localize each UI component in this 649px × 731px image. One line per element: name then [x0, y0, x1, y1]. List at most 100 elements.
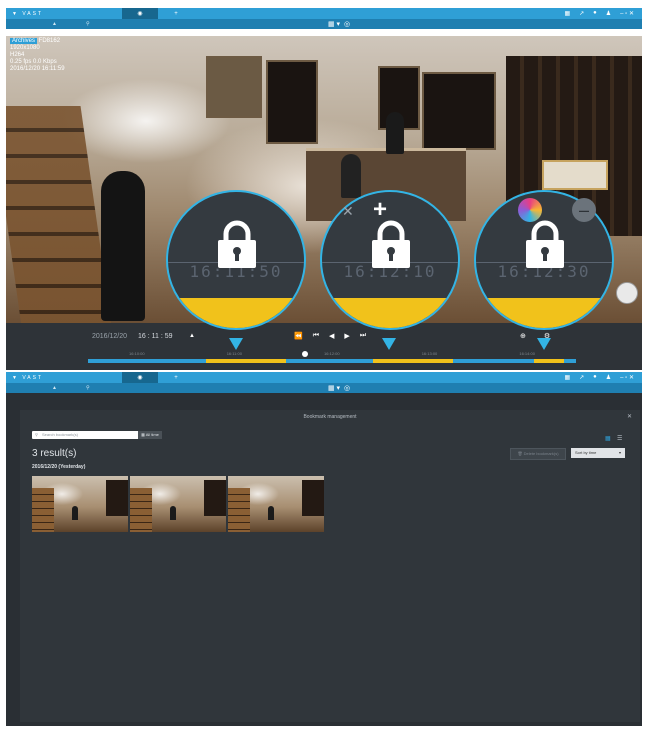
user-icon[interactable]: ♟ — [606, 10, 611, 17]
sub-bar: ▲ ⚲ ▦ ▾ ◎ — [6, 19, 642, 29]
up-arrow-icon[interactable]: ▲ — [52, 21, 57, 27]
delete-bookmarks-button[interactable]: 🗑 Delete bookmark(s) — [510, 448, 566, 460]
add-tab-button[interactable]: + — [158, 8, 194, 19]
cabinet — [422, 72, 496, 150]
close-icon[interactable]: ✕ — [627, 413, 632, 420]
brand-logo: ▼ VAST — [12, 374, 44, 381]
chart-icon[interactable]: ↗ — [579, 10, 584, 17]
settings-icon[interactable]: ● — [593, 10, 597, 17]
camera-icon: ◉ — [137, 11, 143, 17]
chart-icon[interactable]: ↗ — [579, 374, 584, 381]
previous-icon[interactable]: ⏮ — [313, 332, 319, 340]
bookmark-management-panel: Bookmark management ✕ ⚲ Search bookmark(… — [20, 410, 640, 722]
tick-label: 16:10:00 — [129, 351, 145, 356]
playhead[interactable] — [302, 351, 308, 357]
grid-view-icon[interactable]: ▦ — [605, 435, 611, 442]
tick-label: 16:12:00 — [324, 351, 340, 356]
pointer-3 — [537, 338, 551, 350]
video-osd: Archives FD8162 1920x1080 H264 0.25 fps … — [10, 38, 65, 73]
timeline-date[interactable]: 2016/12/20 — [92, 333, 127, 340]
bookmark-highlight — [476, 298, 612, 328]
lock-icon — [218, 220, 256, 268]
search-input[interactable]: ⚲ Search bookmark(s) — [32, 431, 142, 439]
step-back-icon[interactable]: ◀ — [329, 332, 334, 340]
bookmark-thumbnail[interactable] — [130, 476, 226, 532]
panel-title: Bookmark management — [303, 414, 357, 420]
layout-icon[interactable]: ▦ ▾ ◎ — [328, 384, 350, 392]
osd-resolution: 1920x1080 — [10, 45, 40, 51]
settings-icon[interactable]: ● — [593, 374, 597, 381]
search-icon[interactable]: ⚲ — [86, 385, 90, 391]
all-time-button[interactable]: ▦ All time — [138, 431, 162, 439]
play-icon[interactable]: ▶ — [344, 332, 349, 340]
liveview-tab[interactable]: ◉ — [122, 8, 158, 19]
brand-text: VAST — [22, 374, 44, 381]
bookmark-thumbnail[interactable] — [228, 476, 324, 532]
tick-label: 16:13:00 — [421, 351, 438, 356]
top-app: ▼ VAST ◉ + ▦ ↗ ● ♟ – ▫ ✕ ▲ ⚲ ▦ ▾ ◎ — [6, 8, 642, 29]
bookmark-zoom-1: 16:11:50 — [166, 190, 306, 330]
person — [101, 171, 145, 321]
plus-icon: + — [174, 374, 178, 381]
list-view-icon[interactable]: ☰ — [617, 435, 622, 442]
timeline-time[interactable]: 16 : 11 : 59 — [138, 333, 173, 340]
plus-icon[interactable]: + — [373, 196, 387, 224]
cabinet — [206, 56, 262, 118]
delete-label: Delete bookmark(s) — [523, 451, 559, 456]
calendar-icon: ▦ — [141, 432, 145, 437]
bookmark-segment[interactable] — [534, 359, 564, 363]
app-bar: ▼ VAST ◉ + ▦ ↗ ● ♟ – ▫ ✕ — [6, 372, 642, 383]
liveview-tab[interactable]: ◉ — [122, 372, 158, 383]
osd-model: FD8162 — [38, 38, 61, 44]
camera-icon: ◉ — [137, 375, 143, 381]
compass-icon[interactable] — [616, 282, 638, 304]
osd-timestamp: 2016/12/20 16:11:59 — [10, 66, 65, 72]
left-shelves — [6, 106, 112, 323]
zoom-icon[interactable]: ⊕ — [520, 332, 526, 340]
pointer-2 — [382, 338, 396, 350]
layout-icon[interactable]: ▦ ▾ ◎ — [328, 20, 350, 28]
window-controls[interactable]: – ▫ ✕ — [620, 10, 634, 17]
bookmark-thumbnail[interactable] — [32, 476, 128, 532]
person — [386, 112, 404, 154]
app-bar: ▼ VAST ◉ + ▦ ↗ ● ♟ – ▫ ✕ — [6, 8, 642, 19]
timeline-ticks: 16:10:00 16:11:00 16:12:00 16:13:00 16:1… — [88, 351, 576, 356]
bookmark-segment[interactable] — [373, 359, 453, 363]
bookmark-highlight — [322, 298, 458, 328]
add-tab-button[interactable]: + — [158, 372, 194, 383]
tick-label: 16:14:00 — [519, 351, 535, 356]
trash-icon: 🗑 — [517, 451, 523, 456]
playback-controls: ⏪ ⏮ ◀ ▶ ⏭ — [294, 332, 366, 340]
person — [341, 154, 361, 198]
tick-label: 16:11:00 — [226, 351, 242, 356]
bookmark-segment[interactable] — [206, 359, 286, 363]
minus-icon[interactable]: – — [572, 198, 596, 222]
bookmark-zoom-2: 16:12:10 — [320, 190, 460, 330]
sort-label: Sort by time — [575, 450, 597, 455]
lock-icon — [526, 220, 564, 268]
pointer-1 — [229, 338, 243, 350]
lock-icon — [372, 220, 410, 268]
close-icon[interactable]: ✕ — [342, 203, 354, 220]
rewind-icon[interactable]: ⏪ — [294, 332, 303, 340]
search-placeholder: Search bookmark(s) — [42, 432, 79, 437]
cabinet — [266, 60, 318, 144]
calendar-icon[interactable]: ▦ — [564, 374, 570, 381]
up-arrow-icon[interactable]: ▲ — [52, 385, 57, 391]
search-icon: ⚲ — [35, 432, 38, 437]
caret-up-icon[interactable]: ▲ — [189, 333, 195, 339]
user-icon[interactable]: ♟ — [606, 374, 611, 381]
calendar-icon[interactable]: ▦ — [564, 10, 570, 17]
osd-badge: Archives — [10, 38, 38, 44]
search-icon[interactable]: ⚲ — [86, 21, 90, 27]
sort-select[interactable]: Sort by time ▾ — [571, 448, 625, 458]
timeline-bar[interactable] — [88, 359, 576, 363]
brand-logo: ▼ VAST — [12, 10, 44, 17]
all-time-label: All time — [145, 432, 159, 437]
next-icon[interactable]: ⏭ — [360, 332, 366, 340]
brand-text: VAST — [22, 10, 44, 17]
window-controls[interactable]: – ▫ ✕ — [620, 374, 634, 381]
color-wheel-icon[interactable] — [518, 198, 542, 222]
chevron-down-icon: ▾ — [618, 450, 621, 455]
plus-icon: + — [174, 10, 178, 17]
